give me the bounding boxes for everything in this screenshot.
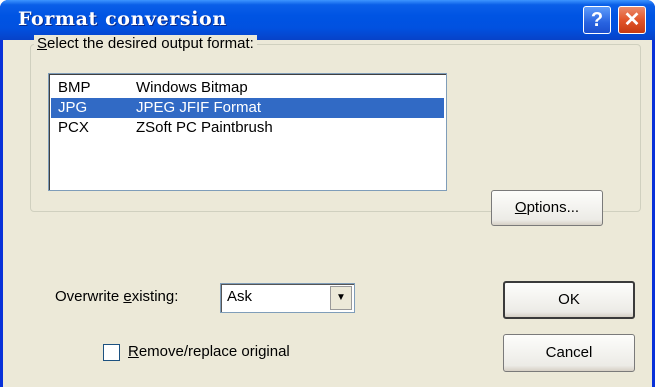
chevron-down-icon[interactable]: ▼ [330, 286, 352, 310]
overwrite-label: Overwrite existing: [55, 288, 178, 305]
format-code: PCX [58, 119, 89, 136]
label-rest: emove/replace original [138, 343, 290, 360]
mnemonic: R [128, 343, 139, 360]
remove-original-label[interactable]: Remove/replace original [128, 343, 290, 360]
list-item[interactable]: PCX ZSoft PC Paintbrush [51, 118, 444, 138]
window-title: Format conversion [18, 8, 227, 30]
ok-button[interactable]: OK [503, 281, 635, 319]
mnemonic: e [123, 288, 132, 305]
dialog-window: Format conversion ? ✕ Select the desired… [0, 0, 655, 387]
mnemonic: O [514, 199, 527, 216]
list-item[interactable]: BMP Windows Bitmap [51, 78, 444, 98]
format-listbox[interactable]: BMP Windows Bitmap JPG JPEG JFIF Format … [48, 73, 447, 191]
format-description: Windows Bitmap [136, 79, 248, 96]
format-description: JPEG JFIF Format [136, 99, 262, 116]
overwrite-value: Ask [227, 288, 253, 305]
help-glyph: ? [590, 9, 604, 31]
close-icon[interactable]: ✕ [618, 6, 646, 34]
ok-label: OK [558, 291, 580, 308]
options-button[interactable]: Options... [491, 190, 603, 226]
help-icon[interactable]: ? [583, 6, 611, 34]
remove-original-checkbox[interactable] [103, 344, 120, 361]
label-rest: xisting: [131, 288, 179, 305]
format-code: BMP [58, 79, 91, 96]
close-glyph: ✕ [623, 9, 641, 31]
label-rest: elect the desired output format: [47, 35, 254, 52]
cancel-button[interactable]: Cancel [503, 334, 635, 372]
cancel-label: Cancel [545, 344, 593, 361]
format-code: JPG [58, 99, 88, 116]
overwrite-dropdown[interactable]: Ask ▼ [220, 283, 355, 313]
output-format-group-label: Select the desired output format: [34, 35, 257, 52]
label-prefix: Overwrite [55, 288, 124, 305]
mnemonic: S [37, 35, 48, 52]
list-item[interactable]: JPG JPEG JFIF Format [51, 98, 444, 118]
format-description: ZSoft PC Paintbrush [136, 119, 273, 136]
title-bar[interactable]: Format conversion ? ✕ [0, 0, 655, 40]
label-rest: ptions... [526, 199, 580, 216]
